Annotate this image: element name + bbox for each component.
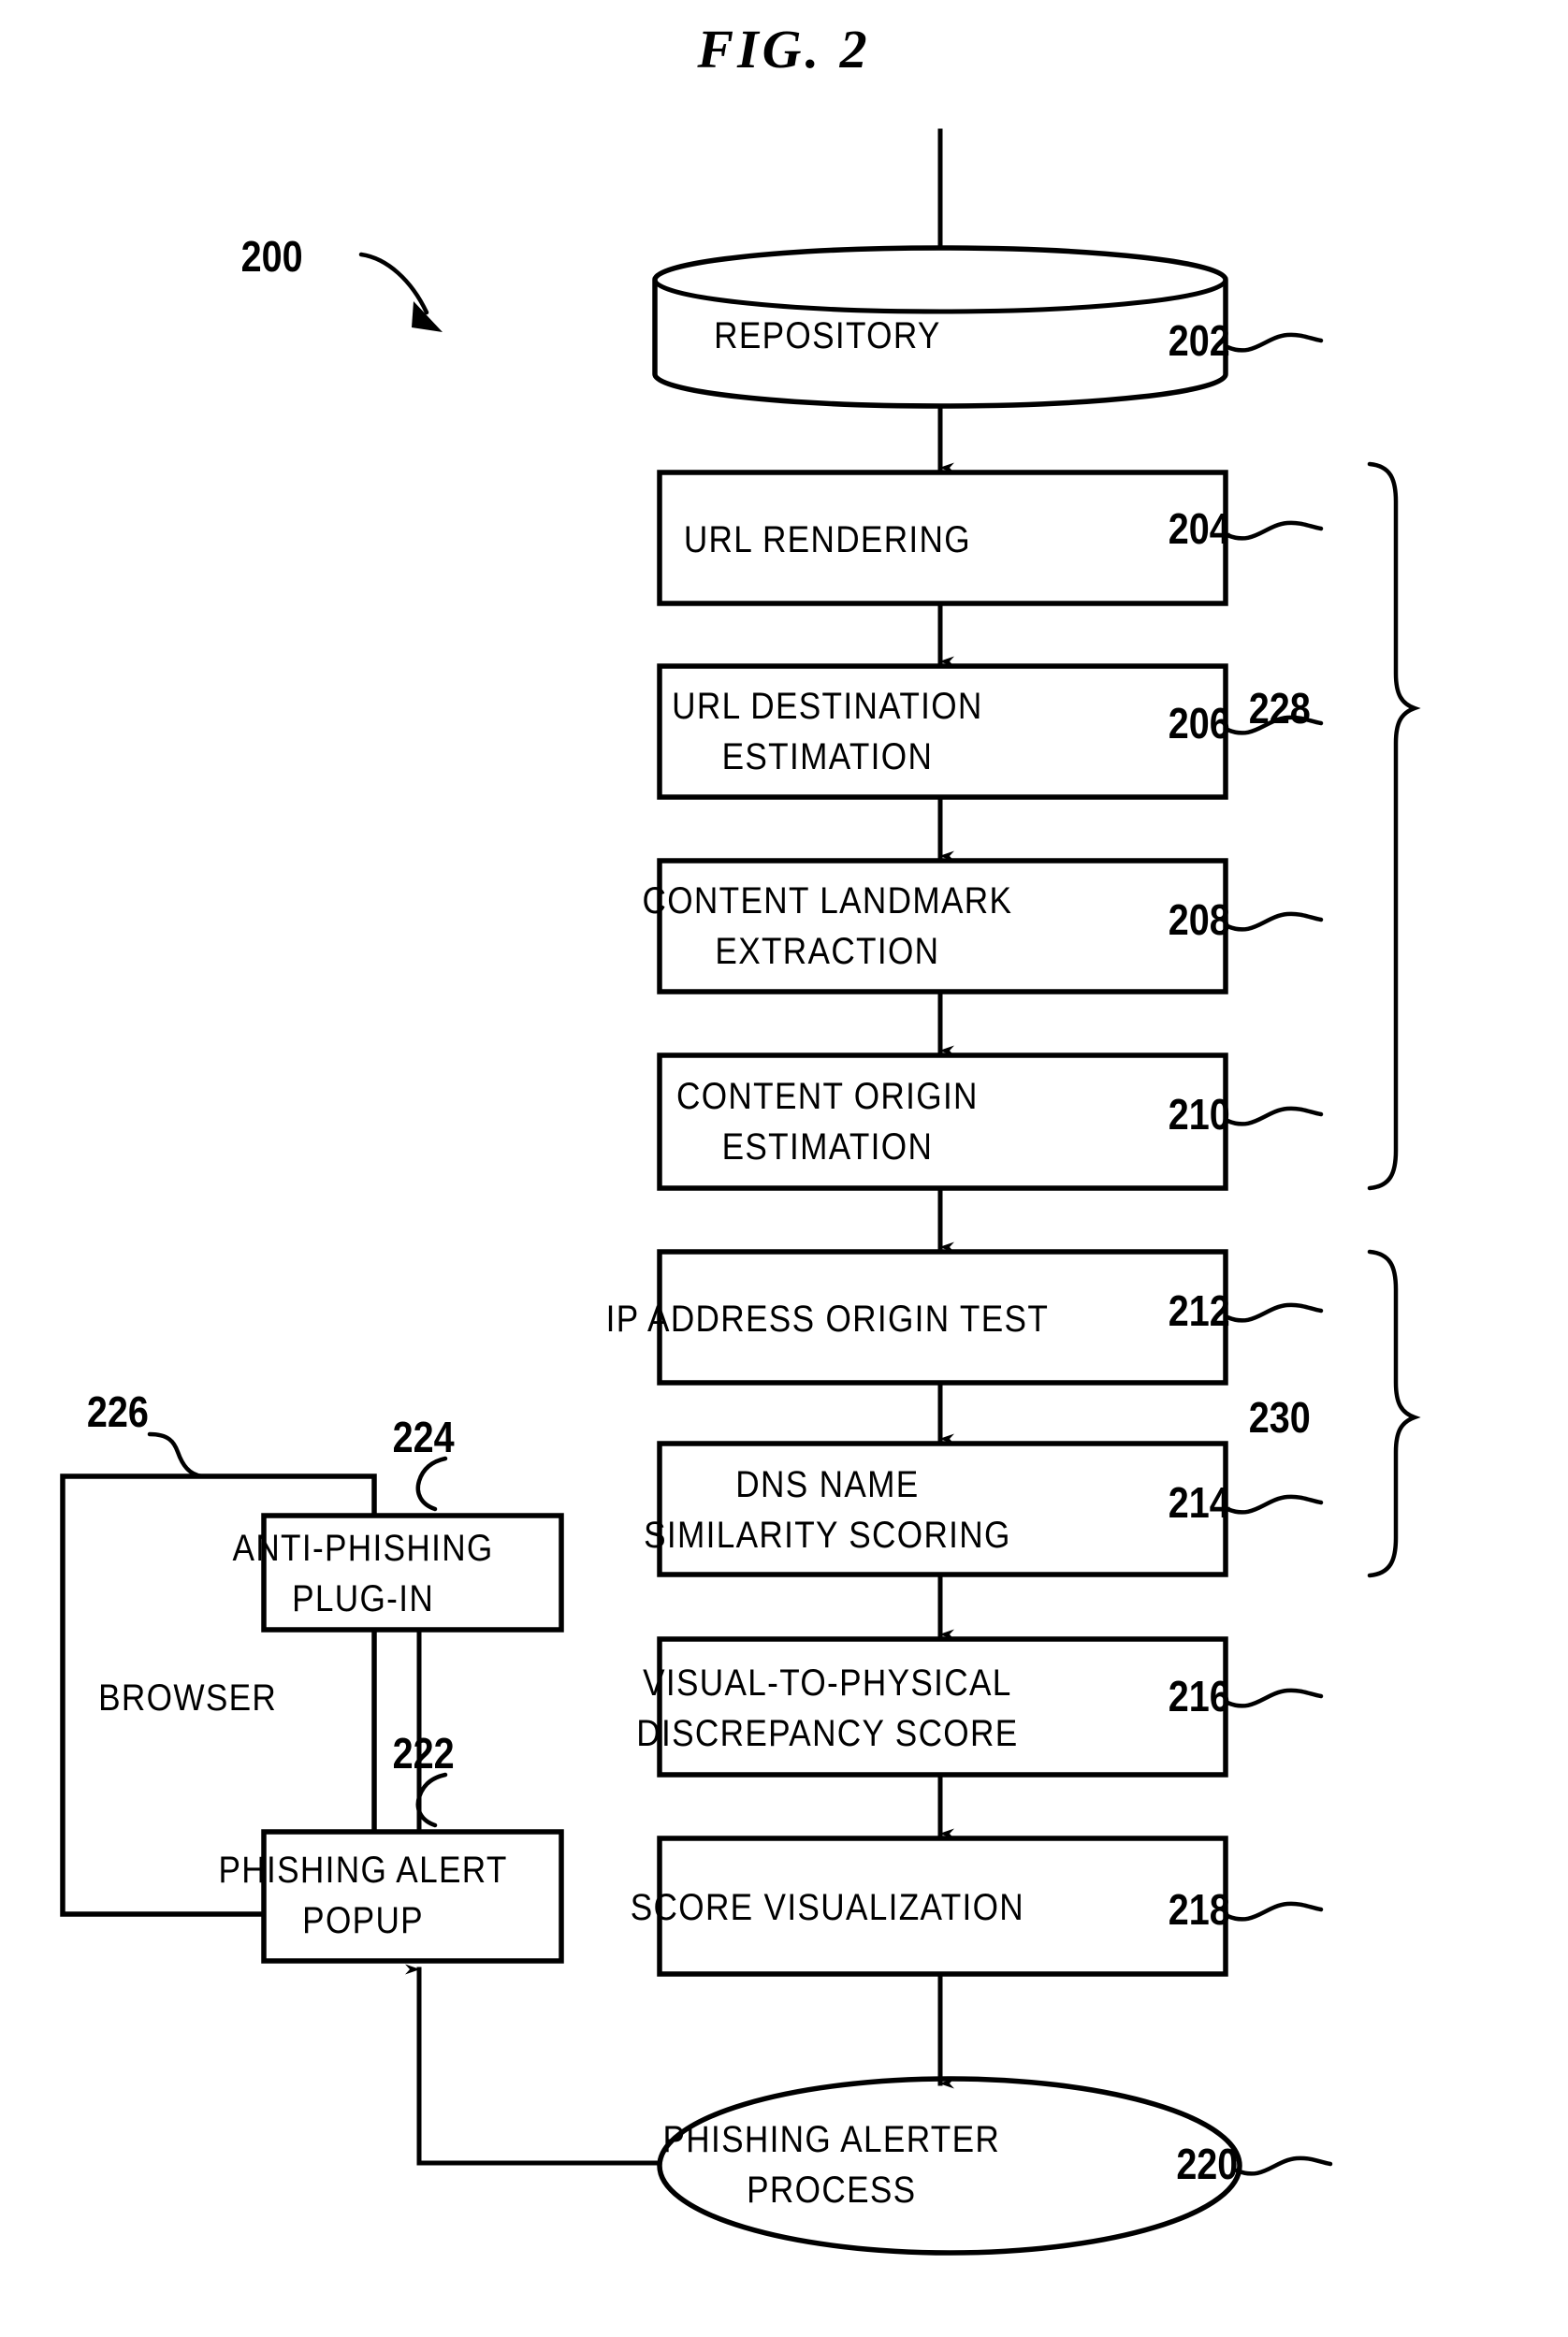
node-label-content-origin-estimation-line2: ESTIMATION [722, 1125, 934, 1168]
ref-number-216: 216 [1169, 1673, 1230, 1720]
leader-204 [1225, 520, 1324, 541]
node-label-anti-phishing-plugin-line1: ANTI-PHISHING [233, 1527, 494, 1569]
leader-222 [415, 1772, 448, 1828]
node-label-anti-phishing-plugin-line2: PLUG-IN [292, 1577, 434, 1619]
brace-228 [1367, 461, 1421, 1191]
ref-number-220: 220 [1176, 2141, 1238, 2188]
node-label-content-origin-estimation-line1: CONTENT ORIGIN [676, 1075, 979, 1117]
ref-number-210: 210 [1169, 1091, 1230, 1139]
leader-226 [147, 1431, 205, 1479]
leader-202 [1225, 332, 1324, 353]
node-label-phishing-alert-popup-line2: POPUP [302, 1899, 424, 1941]
ref-number-222: 222 [393, 1730, 455, 1778]
ref-number-212: 212 [1169, 1287, 1230, 1335]
node-phishing-alerter-process [657, 2076, 1242, 2256]
ref-number-200: 200 [241, 233, 303, 281]
node-label-dns-name-similarity-scoring-line1: DNS NAME [735, 1463, 919, 1505]
leader-212 [1225, 1302, 1324, 1323]
node-visual-to-physical-discrepancy-score [657, 1636, 1228, 1778]
ref-number-224: 224 [393, 1414, 455, 1461]
node-label-browser: BROWSER [98, 1677, 277, 1719]
node-label-phishing-alerter-process-line1: PHISHING ALERTER [662, 2118, 1000, 2160]
ref-number-202: 202 [1169, 317, 1230, 365]
node-label-phishing-alert-popup-line1: PHISHING ALERT [219, 1849, 508, 1891]
node-label-url-destination-estimation-line1: URL DESTINATION [672, 685, 983, 727]
node-label-url-rendering: URL RENDERING [684, 518, 971, 560]
ref-number-204: 204 [1169, 505, 1230, 553]
leader-224 [415, 1456, 448, 1512]
patent-figure-sheet: FIG. 2 200 REPOSITORY URL RENDERING URL … [0, 0, 1568, 2337]
brace-230 [1367, 1249, 1421, 1578]
ref-number-230: 230 [1249, 1394, 1311, 1442]
figure-canvas: FIG. 2 200 REPOSITORY URL RENDERING URL … [60, 19, 1421, 2256]
node-label-dns-name-similarity-scoring-line2: SIMILARITY SCORING [644, 1514, 1011, 1556]
node-label-repository: REPOSITORY [714, 314, 941, 356]
leader-218 [1225, 1901, 1324, 1922]
node-label-content-landmark-extraction-line2: EXTRACTION [715, 930, 939, 972]
leader-214 [1225, 1494, 1324, 1515]
ref-number-228: 228 [1249, 685, 1311, 733]
leader-200-arrow [358, 252, 443, 332]
node-label-content-landmark-extraction-line1: CONTENT LANDMARK [643, 879, 1013, 922]
figure-title: FIG. 2 [696, 19, 870, 80]
ref-number-226: 226 [87, 1388, 149, 1436]
leader-210 [1225, 1106, 1324, 1126]
node-label-visual-to-physical-line2: DISCREPANCY SCORE [636, 1712, 1018, 1754]
ref-number-206: 206 [1169, 700, 1230, 748]
ref-number-214: 214 [1169, 1479, 1230, 1527]
ref-number-218: 218 [1169, 1886, 1230, 1934]
connector-phishing-alerter-process-to-popup [405, 1964, 662, 2166]
leader-220 [1234, 2156, 1333, 2176]
node-label-score-visualization: SCORE VISUALIZATION [631, 1886, 1024, 1928]
ref-number-208: 208 [1169, 896, 1230, 944]
node-label-url-destination-estimation-line2: ESTIMATION [722, 735, 934, 777]
leader-208 [1225, 911, 1324, 932]
node-label-phishing-alerter-process-line2: PROCESS [747, 2169, 916, 2211]
node-label-ip-address-origin-test: IP ADDRESS ORIGIN TEST [606, 1298, 1049, 1340]
node-label-visual-to-physical-line1: VISUAL-TO-PHYSICAL [643, 1662, 1012, 1704]
leader-216 [1225, 1688, 1324, 1708]
